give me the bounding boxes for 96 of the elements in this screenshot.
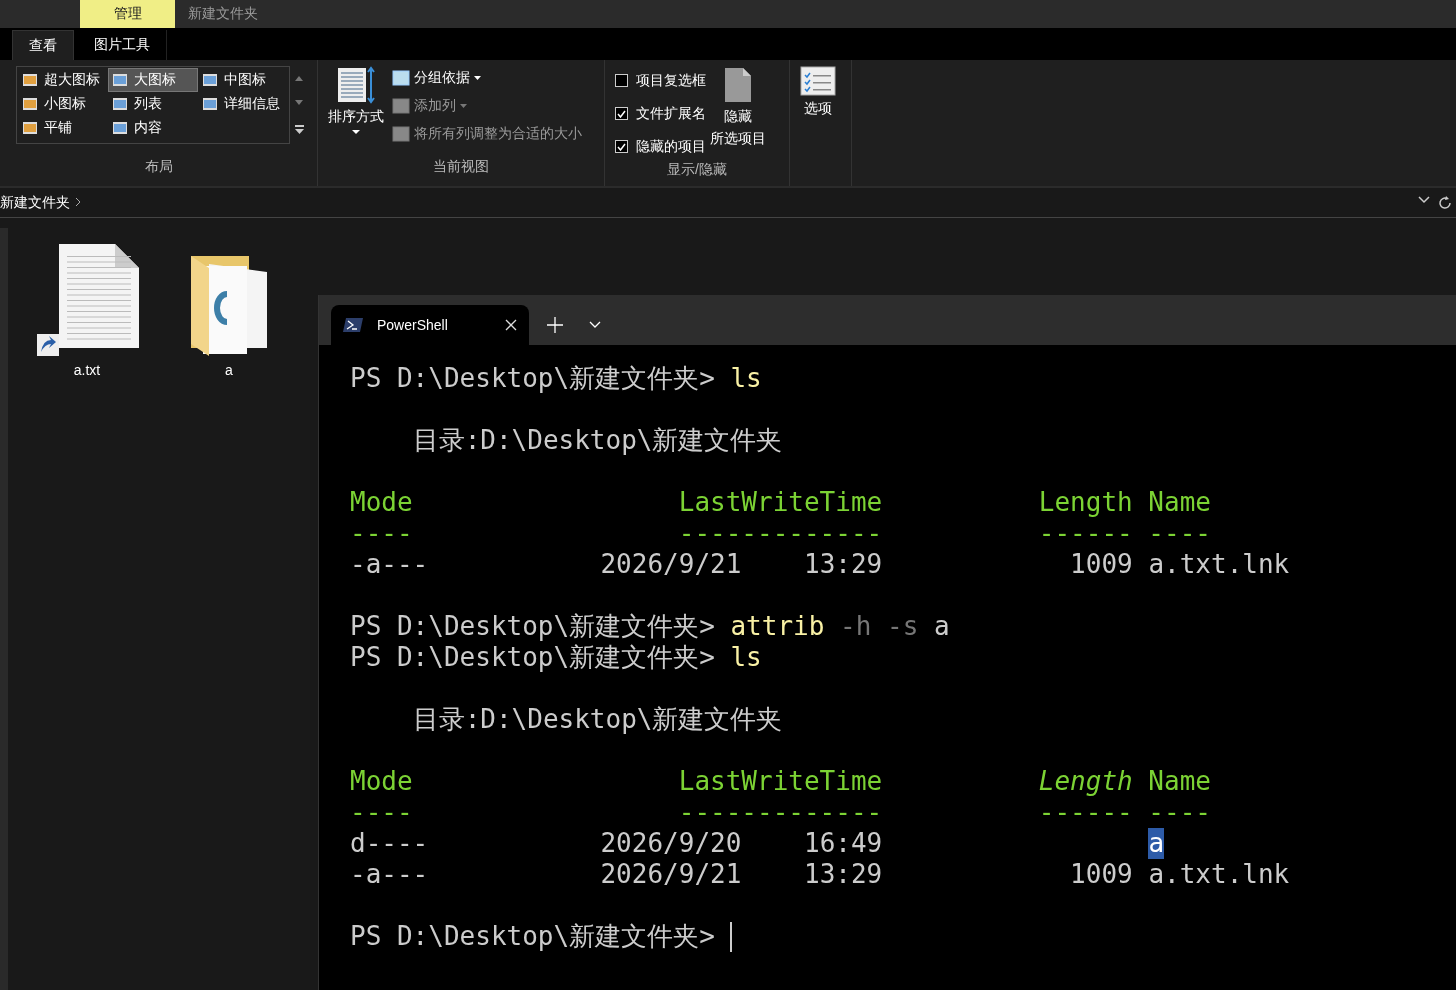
terminal-text: ------ [1038,518,1133,549]
terminal-text: -h -s [840,611,919,642]
terminal-text: Mode [350,487,413,518]
terminal-text: 16:49 [804,828,883,859]
terminal-text: LastWriteTime [678,766,883,797]
checkbox[interactable] [615,74,628,87]
terminal-text: -a--- [350,859,429,890]
terminal-text: Name [1148,766,1211,797]
columns-icon [392,126,410,142]
command-text: attrib [730,611,825,642]
terminal-text: 2026/9/20 [600,828,742,859]
terminal-text: ------------- [678,797,883,828]
group-label: 显示/隐藏 [667,161,727,177]
scroll-down-icon[interactable] [295,100,303,106]
terminal-text: 13:29 [804,859,883,890]
ribbon-tab[interactable]: 查看 [12,30,74,60]
checkbox[interactable] [615,140,628,153]
refresh-icon[interactable] [1438,195,1452,210]
file-name: a.txt [73,362,101,378]
terminal-text: Length [1038,766,1133,797]
view-icon [22,96,38,112]
group-icon [392,70,410,86]
terminal-text: ------------- [678,518,883,549]
terminal-text: a.txt.lnk [1148,549,1290,580]
options-button[interactable]: 选项 [796,66,840,186]
terminal-text: -a--- [350,549,429,580]
layout-option[interactable]: 小图标 [18,92,108,116]
layout-option[interactable]: 详细信息 [198,92,288,116]
file-name: a [225,362,233,378]
view-icon [202,96,218,112]
terminal-text: 1009 [1070,859,1133,890]
layout-option[interactable]: 内容 [108,116,198,140]
file-item[interactable]: a.txt [36,244,138,990]
checklist-icon [800,66,836,96]
terminal-text: Length [1038,487,1133,518]
terminal-text: 2026/9/21 [600,549,742,580]
layout-option[interactable]: 列表 [108,92,198,116]
selected-text: a [1148,828,1165,859]
page-icon [723,66,753,104]
columns-icon [392,98,410,114]
new-tab-icon[interactable] [547,317,563,333]
dropdown-icon[interactable] [1418,195,1430,204]
close-icon[interactable] [505,319,517,331]
terminal-text: 目录:D:\Desktop\新建文件夹 [412,425,783,456]
layout-option[interactable]: 超大图标 [18,68,108,92]
terminal-tab[interactable]: PowerShell [331,305,529,345]
terminal-text: a [933,611,950,642]
view-icon [112,72,128,88]
view-icon [22,72,38,88]
group-label: 当前视图 [433,158,489,174]
terminal-text: 2026/9/21 [600,859,742,890]
terminal-text: ---- [350,797,413,828]
checkbox[interactable] [615,107,628,120]
view-icon [112,120,128,136]
terminal-text: 1009 [1070,549,1133,580]
terminal-text: ------ [1038,797,1133,828]
sort-icon [336,66,376,104]
layout-option[interactable]: 平铺 [18,116,108,140]
terminal-text: a.txt.lnk [1148,859,1290,890]
layout-option[interactable]: 大图标 [108,68,198,92]
view-icon [202,72,218,88]
caret-icon [352,130,360,134]
terminal-text: ---- [1148,518,1211,549]
terminal-text: Name [1148,487,1211,518]
view-icon [112,96,128,112]
breadcrumb[interactable]: 新建文件夹 [0,193,84,212]
shortcut-file-icon [35,244,139,356]
group-label: 布局 [144,158,173,174]
hide-selected-button[interactable]: 隐藏 所选项目 [706,66,770,161]
text-cursor [730,921,733,952]
option-checkbox[interactable]: 项目复选框 [615,66,706,95]
view-icon [22,120,38,136]
command-text: ls [730,363,762,394]
terminal-text: Mode [350,766,413,797]
command-text: ls [730,642,762,673]
window-title: 新建文件夹 [187,4,258,23]
prompt: PS D:\Desktop\新建文件夹> [350,611,716,642]
terminal-text: ---- [1148,797,1211,828]
option-checkbox[interactable]: 文件扩展名 [615,99,706,128]
expand-icon[interactable] [294,125,304,135]
prompt: PS D:\Desktop\新建文件夹> [350,363,716,394]
file-item[interactable]: a [178,244,280,990]
terminal-text: d---- [350,828,429,859]
ribbon-command[interactable]: 分组依据 [392,66,582,90]
powershell-icon [343,318,363,332]
terminal-text: 13:29 [804,549,883,580]
layout-option[interactable]: 中图标 [198,68,288,92]
sort-button[interactable]: 排序方式 [324,66,388,158]
terminal-text: 目录:D:\Desktop\新建文件夹 [412,704,783,735]
context-tab[interactable]: 管理 [80,0,175,28]
prompt: PS D:\Desktop\新建文件夹> [350,921,716,952]
terminal-text: ---- [350,518,413,549]
scroll-up-icon[interactable] [295,75,303,81]
option-checkbox[interactable]: 隐藏的项目 [615,132,706,161]
terminal-text: LastWriteTime [678,487,883,518]
prompt: PS D:\Desktop\新建文件夹> [350,642,716,673]
